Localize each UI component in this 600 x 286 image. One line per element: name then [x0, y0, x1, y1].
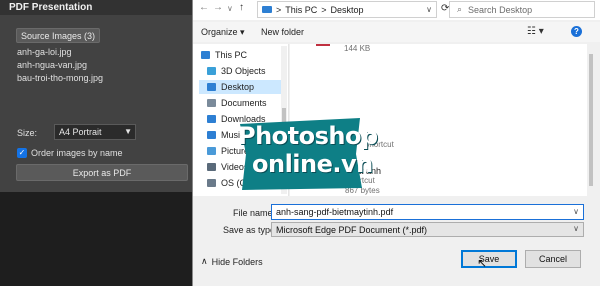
size-select[interactable]: A4 Portrait ▼	[54, 124, 136, 140]
sidebar-item-label: Documents	[221, 98, 267, 108]
order-by-name-option[interactable]: ✓ Order images by name	[17, 148, 123, 158]
sidebar-item-desktop[interactable]: Desktop	[199, 80, 281, 94]
music-icon	[207, 131, 216, 139]
pdf-presentation-panel: PDF Presentation Source Images (3) anh-g…	[0, 0, 192, 192]
file-name-value: anh-sang-pdf-bietmaytinh.pdf	[276, 207, 394, 217]
recent-locations-icon[interactable]: ∨	[227, 4, 233, 13]
order-label: Order images by name	[31, 148, 123, 158]
file-name-field[interactable]: anh-sang-pdf-bietmaytinh.pdf ∨	[271, 204, 584, 220]
breadcrumb-separator: >	[276, 4, 282, 15]
hide-folders-toggle[interactable]: ∧ Hide Folders	[201, 256, 263, 267]
search-icon: ⌕	[457, 4, 463, 14]
breadcrumb-desktop[interactable]: Desktop	[331, 5, 364, 15]
forward-arrow-icon[interactable]: →	[213, 2, 223, 13]
sidebar-item-label: Desktop	[221, 82, 255, 92]
panel-title: PDF Presentation	[0, 0, 192, 15]
mouse-cursor-icon: ↖	[477, 256, 488, 270]
save-type-value: Microsoft Edge PDF Document (*.pdf)	[276, 225, 428, 235]
watermark-text: Photoshop	[238, 122, 378, 150]
file-thumbnail[interactable]	[316, 44, 330, 46]
drive-icon	[207, 179, 216, 187]
sidebar-item-label: This PC	[215, 50, 248, 60]
help-icon[interactable]: ?	[571, 26, 582, 37]
watermark-text: online.vn	[252, 150, 373, 178]
scrollbar-thumb[interactable]	[589, 54, 593, 186]
hide-folders-label: Hide Folders	[211, 256, 263, 267]
download-icon	[207, 115, 216, 123]
cube-icon	[207, 67, 216, 75]
chevron-up-icon: ∧	[201, 256, 208, 266]
address-row: ← → ∨ ↑ > This PC > Desktop ∨ ⟳ ⌕ Search…	[193, 0, 600, 20]
chevron-down-icon[interactable]: ∨	[573, 207, 579, 216]
save-type-label: Save as type:	[223, 225, 278, 235]
cancel-button[interactable]: Cancel	[525, 250, 581, 268]
breadcrumb-separator: >	[321, 4, 327, 15]
export-pdf-button[interactable]: Export as PDF	[16, 164, 188, 181]
file-name-label: File name:	[233, 208, 276, 218]
pc-icon	[201, 51, 210, 59]
search-input[interactable]: ⌕ Search Desktop	[449, 1, 595, 18]
picture-icon	[207, 147, 216, 155]
sidebar-item-label: 3D Objects	[221, 66, 266, 76]
list-item[interactable]: anh-ngua-van.jpg	[17, 59, 103, 72]
dialog-toolbar: Organize ▾ New folder ☷ ▾ ?	[193, 22, 600, 42]
video-icon	[207, 163, 216, 171]
file-size: 144 KB	[344, 44, 371, 53]
checkbox-checked-icon[interactable]: ✓	[17, 148, 27, 158]
up-arrow-icon[interactable]: ↑	[239, 2, 244, 13]
breadcrumb-this-pc[interactable]: This PC	[285, 5, 317, 15]
sidebar-item-3d-objects[interactable]: 3D Objects	[207, 64, 266, 78]
back-arrow-icon[interactable]: ←	[199, 2, 209, 13]
chevron-down-icon: ∨	[573, 224, 579, 233]
size-label: Size:	[17, 128, 38, 138]
chevron-down-icon: ▼	[124, 127, 132, 136]
size-value: A4 Portrait	[59, 127, 102, 137]
chevron-down-icon[interactable]: ∨	[426, 5, 432, 14]
save-button[interactable]: Save	[461, 250, 517, 268]
source-images-button[interactable]: Source Images (3)	[16, 28, 101, 43]
source-file-list: anh-ga-loi.jpg anh-ngua-van.jpg bau-troi…	[17, 46, 103, 85]
search-placeholder: Search Desktop	[468, 4, 533, 15]
sidebar-item-this-pc[interactable]: This PC	[201, 48, 247, 62]
organize-menu[interactable]: Organize ▾	[201, 27, 245, 38]
pc-icon	[262, 6, 272, 13]
file-list-scrollbar[interactable]	[587, 44, 595, 196]
list-item[interactable]: anh-ga-loi.jpg	[17, 46, 103, 59]
desktop-icon	[207, 83, 216, 91]
new-folder-button[interactable]: New folder	[261, 27, 304, 37]
sidebar-item-documents[interactable]: Documents	[207, 96, 267, 110]
save-type-select[interactable]: Microsoft Edge PDF Document (*.pdf) ∨	[271, 222, 584, 237]
address-bar[interactable]: > This PC > Desktop ∨	[257, 1, 437, 18]
list-item[interactable]: bau-troi-tho-mong.jpg	[17, 72, 103, 85]
document-icon	[207, 99, 216, 107]
view-options-icon[interactable]: ☷ ▾	[527, 26, 544, 37]
